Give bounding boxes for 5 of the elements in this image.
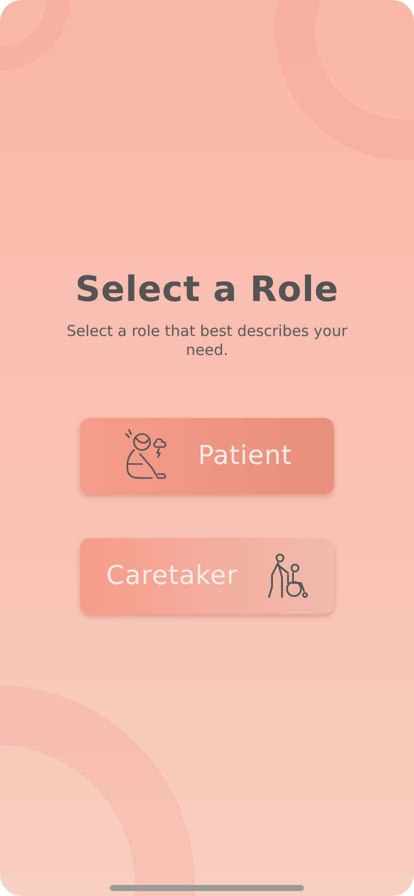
page-title: Select a Role	[75, 270, 339, 310]
caregiver-wheelchair-icon	[266, 553, 308, 599]
role-button[interactable]: Caretaker	[80, 538, 334, 614]
page-subtitle: Select a role that best describes your need.	[66, 322, 348, 360]
role-button[interactable]: Patient	[80, 418, 334, 494]
